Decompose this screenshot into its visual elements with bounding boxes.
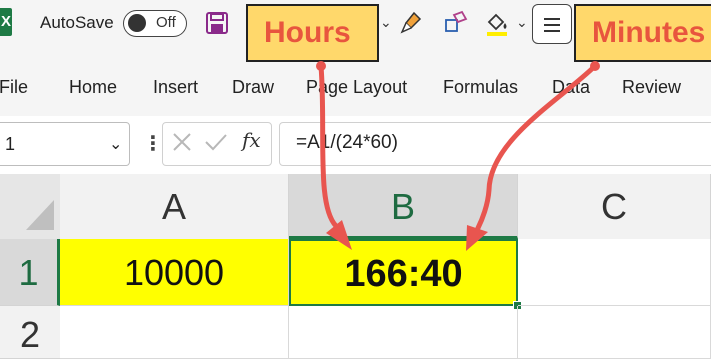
chevron-down-icon[interactable]: ⌄ [380, 14, 392, 31]
select-all-triangle [26, 200, 54, 230]
row-header-1[interactable]: 1 [0, 239, 60, 306]
cell-c2[interactable] [518, 306, 711, 359]
menu-line [544, 30, 560, 32]
hours-callout: Hours [246, 4, 379, 62]
fill-color-icon[interactable] [484, 10, 512, 38]
toggle-knob [128, 14, 146, 32]
cancel-icon[interactable] [171, 131, 193, 153]
column-header-b[interactable]: B [289, 174, 518, 239]
minutes-callout: Minutes [574, 4, 711, 62]
tab-page-layout[interactable]: Page Layout [306, 77, 407, 98]
enter-check-icon[interactable] [204, 131, 228, 153]
insert-function-icon[interactable]: fx [242, 128, 261, 152]
cell-b1[interactable]: 166:40 [289, 239, 518, 306]
column-header-a[interactable]: A [60, 174, 289, 239]
tab-data[interactable]: Data [552, 77, 590, 98]
cell-c1[interactable] [518, 239, 711, 306]
chevron-down-icon[interactable]: ⌄ [109, 134, 122, 154]
excel-logo-icon: X [0, 8, 12, 36]
save-icon[interactable] [205, 11, 229, 35]
name-box-value: 1 [5, 134, 16, 154]
column-header-c[interactable]: C [518, 174, 711, 239]
chevron-down-icon[interactable]: ⌄ [516, 14, 528, 31]
format-painter-icon[interactable] [398, 10, 424, 36]
menu-line [544, 24, 560, 26]
tab-review[interactable]: Review [622, 77, 681, 98]
cell-a1[interactable]: 10000 [60, 239, 289, 306]
more-options-icon[interactable]: ⋮ [143, 131, 163, 156]
tab-formulas[interactable]: Formulas [443, 77, 518, 98]
tab-file[interactable]: File [0, 77, 28, 98]
tab-draw[interactable]: Draw [232, 77, 274, 98]
autosave-label: AutoSave [40, 13, 114, 32]
ribbon-tabs: File Home Insert Draw Page Layout Formul… [0, 58, 711, 116]
shapes-icon[interactable] [443, 10, 469, 36]
formula-text[interactable]: =A1/(24*60) [296, 132, 398, 154]
cell-a2[interactable] [60, 306, 289, 359]
tab-home[interactable]: Home [69, 77, 117, 98]
name-box[interactable]: 1 ⌄ [0, 122, 130, 166]
autosave-state: Off [156, 14, 176, 31]
row-header-2[interactable]: 2 [0, 306, 60, 359]
cell-b2[interactable] [289, 306, 518, 359]
tab-insert[interactable]: Insert [153, 77, 198, 98]
menu-line [544, 18, 560, 20]
more-commands-button[interactable] [532, 4, 572, 44]
autosave-toggle[interactable]: Off [123, 10, 187, 37]
